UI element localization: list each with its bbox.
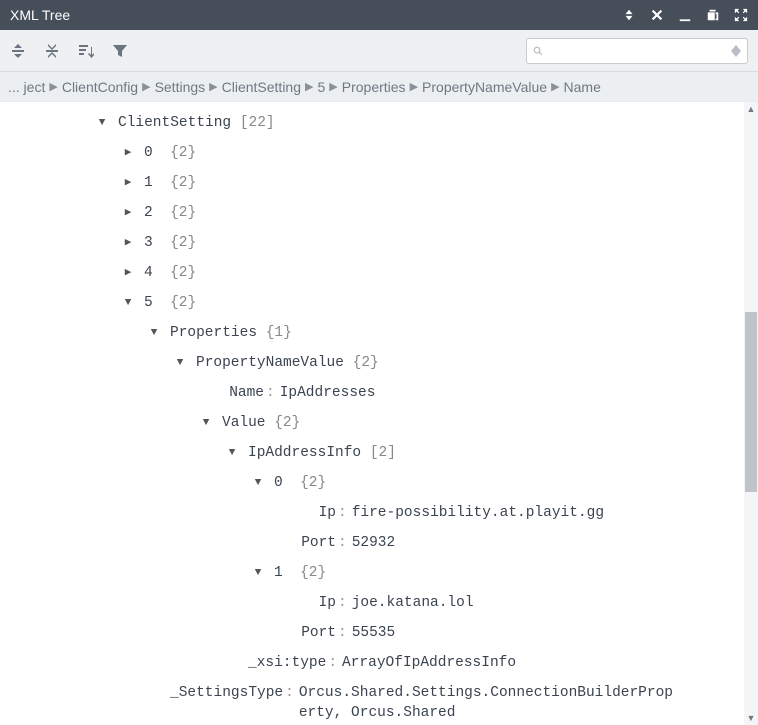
header-actions [622, 8, 748, 22]
tree-row[interactable]: ▼1 {2} [0, 558, 758, 588]
chevron-right-icon[interactable]: ▶ [122, 268, 134, 279]
chevron-right-icon[interactable]: ▶ [122, 178, 134, 189]
chevron-down-icon[interactable]: ▼ [174, 358, 186, 369]
breadcrumb-item[interactable]: PropertyNameValue [422, 79, 547, 95]
tree-row[interactable]: ▶3 {2} [0, 228, 758, 258]
tree-row[interactable]: ▼Port:52932 [0, 528, 758, 558]
breadcrumb-item[interactable]: ... ject [8, 79, 45, 95]
toolbar [0, 30, 758, 72]
breadcrumb-item[interactable]: Name [564, 79, 601, 95]
scroll-up-icon[interactable]: ▲ [744, 102, 758, 116]
chevron-down-icon[interactable]: ▼ [96, 118, 108, 129]
search-next-icon[interactable] [731, 51, 741, 57]
collapse-all-icon[interactable] [44, 43, 60, 59]
scrollbar-thumb[interactable] [745, 312, 757, 492]
tree-row[interactable]: ▶4 {2} [0, 258, 758, 288]
tree-row[interactable]: ▼Ip:joe.katana.lol [0, 588, 758, 618]
sort-icon[interactable] [78, 43, 94, 59]
breadcrumb-item[interactable]: Settings [155, 79, 206, 95]
chevron-down-icon[interactable]: ▼ [252, 478, 264, 489]
chevron-down-icon[interactable]: ▼ [122, 298, 134, 309]
breadcrumb: ... ject▶ ClientConfig▶ Settings▶ Client… [0, 72, 758, 102]
tree-row[interactable]: ▼5 {2} [0, 288, 758, 318]
expand-all-icon[interactable] [10, 43, 26, 59]
scroll-down-icon[interactable]: ▼ [744, 711, 758, 725]
tree-row[interactable]: ▼ ClientSetting [22] [0, 108, 758, 138]
breadcrumb-item[interactable]: Properties [342, 79, 406, 95]
tree-row[interactable]: ▼Ip:fire-possibility.at.playit.gg [0, 498, 758, 528]
chevron-down-icon[interactable]: ▼ [200, 418, 212, 429]
tree-row[interactable]: ▼_SettingsType:Orcus.Shared.Settings.Con… [0, 678, 758, 723]
search-input[interactable] [543, 43, 727, 58]
chevron-down-icon[interactable]: ▼ [148, 328, 160, 339]
tree-row[interactable]: ▼PropertyNameValue {2} [0, 348, 758, 378]
breadcrumb-item[interactable]: ClientConfig [62, 79, 138, 95]
collapse-tree-icon[interactable] [622, 8, 636, 22]
tree-row[interactable]: ▶0 {2} [0, 138, 758, 168]
header: XML Tree [0, 0, 758, 30]
window-title: XML Tree [10, 7, 70, 23]
xml-tree: ▼ ClientSetting [22] ▶0 {2} ▶1 {2} ▶2 {2… [0, 102, 758, 725]
tree-row[interactable]: ▼0 {2} [0, 468, 758, 498]
tree-area: ▼ ClientSetting [22] ▶0 {2} ▶1 {2} ▶2 {2… [0, 102, 758, 725]
tree-row[interactable]: ▼_xsi:type:ArrayOfIpAddressInfo [0, 648, 758, 678]
fullscreen-icon[interactable] [734, 8, 748, 22]
copy-icon[interactable] [706, 8, 720, 22]
chevron-down-icon[interactable]: ▼ [252, 568, 264, 579]
tree-row[interactable]: ▼Port:55535 [0, 618, 758, 648]
scrollbar[interactable]: ▲ ▼ [744, 102, 758, 725]
breadcrumb-item[interactable]: ClientSetting [222, 79, 301, 95]
chevron-right-icon[interactable]: ▶ [122, 238, 134, 249]
tree-row[interactable]: ▶2 {2} [0, 198, 758, 228]
chevron-right-icon[interactable]: ▶ [122, 148, 134, 159]
breadcrumb-item[interactable]: 5 [317, 79, 325, 95]
tree-row[interactable]: ▶1 {2} [0, 168, 758, 198]
filter-icon[interactable] [112, 43, 128, 59]
tree-row[interactable]: ▼Properties {1} [0, 318, 758, 348]
download-icon[interactable] [678, 8, 692, 22]
chevron-down-icon[interactable]: ▼ [226, 448, 238, 459]
tree-row[interactable]: ▼Value {2} [0, 408, 758, 438]
chevron-right-icon[interactable]: ▶ [122, 208, 134, 219]
close-icon[interactable] [650, 8, 664, 22]
tree-row[interactable]: ▼IpAddressInfo [2] [0, 438, 758, 468]
search-box[interactable] [526, 38, 748, 64]
search-icon [533, 44, 543, 58]
tree-row[interactable]: ▼Name:IpAddresses [0, 378, 758, 408]
